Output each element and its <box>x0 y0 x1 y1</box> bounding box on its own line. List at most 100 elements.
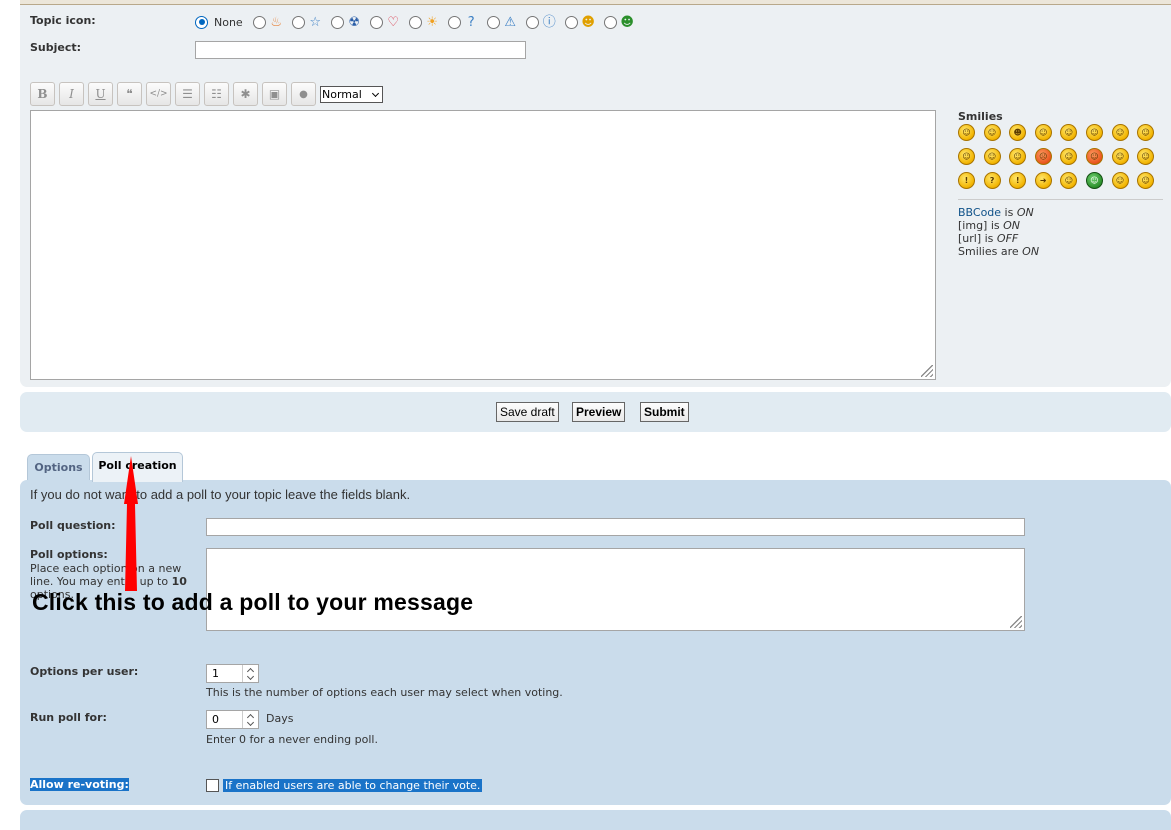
options-per-user-label: Options per user: <box>30 665 139 678</box>
smiley-icon[interactable]: ☺ <box>1137 124 1155 141</box>
poll-options-max: 10 <box>171 575 187 588</box>
topic-icon-radio[interactable] <box>525 15 539 29</box>
subject-input[interactable] <box>195 41 526 59</box>
poll-question-input[interactable] <box>206 518 1025 536</box>
resize-grip-icon[interactable] <box>921 365 933 377</box>
topic-icon-radio[interactable] <box>291 15 305 29</box>
list-button[interactable]: ☰ <box>175 82 200 106</box>
topic-icon-radio[interactable] <box>252 15 266 29</box>
allow-revoting-checkbox[interactable] <box>206 779 219 792</box>
topic-icon-options: None ♨ ☆ ☢ ♡ ☀ ? ⚠ ⓘ ☻ ☻ <box>195 13 643 31</box>
topic-icon-radio[interactable] <box>486 15 500 29</box>
topic-icon-radio[interactable] <box>603 15 617 29</box>
resize-grip-icon[interactable] <box>1010 616 1022 628</box>
smiley-icon[interactable]: ☺ <box>1137 172 1155 189</box>
bbcode-link[interactable]: BBCode <box>958 206 1001 219</box>
topic-icon-label: Topic icon: <box>30 14 96 27</box>
numbered-list-button[interactable]: ☷ <box>204 82 229 106</box>
font-size-select[interactable]: Normal <box>320 85 383 103</box>
smiley-icon[interactable]: ☺ <box>1060 148 1078 165</box>
spin-down-icon[interactable] <box>243 674 258 683</box>
run-poll-for-explain: Enter 0 for a never ending poll. <box>206 733 378 746</box>
code-button[interactable]: </> <box>146 82 171 106</box>
smiley-icon[interactable]: ☺ <box>1085 172 1103 189</box>
topic-icon-radio[interactable] <box>564 15 578 29</box>
bbcode-status-text: is <box>1001 206 1017 219</box>
image-button[interactable]: ▣ <box>262 82 287 106</box>
topic-icon-radio[interactable] <box>447 15 461 29</box>
smiley-icon[interactable]: ☺ <box>1111 124 1129 141</box>
italic-button[interactable]: I <box>59 82 84 106</box>
smiley-icon[interactable]: ☹ <box>1034 148 1052 165</box>
star-icon: ☆ <box>309 14 322 30</box>
url-status-label: [url] is <box>958 232 997 245</box>
smiley-icon[interactable]: ☺ <box>958 148 975 165</box>
options-per-user-value: 1 <box>212 667 219 680</box>
poll-options-help-text: Place each option on a new line. You may… <box>30 562 182 588</box>
smilies-grid: ☺ ☺ ☻ ☺ ☺ ☺ ☺ ☺ ☺ ☺ ☺ ☹ ☺ ☺ ☺ ☺ ! ? ! ➜ … <box>958 124 1163 189</box>
smiley-icon[interactable]: ! <box>958 172 975 189</box>
bbcode-status: BBCode is ON [img] is ON [url] is OFF Sm… <box>958 206 1039 258</box>
smilies-divider <box>958 199 1163 200</box>
message-textarea[interactable] <box>30 110 936 380</box>
spinner-buttons[interactable] <box>242 665 258 682</box>
surprised-face-icon: ☻ <box>581 14 595 30</box>
topic-icon-radio[interactable] <box>408 15 422 29</box>
poll-options-label: Poll options: <box>30 548 108 561</box>
smiley-icon[interactable]: ☺ <box>1111 148 1129 165</box>
smiley-icon[interactable]: ? <box>983 172 1001 189</box>
preview-button[interactable]: Preview <box>572 402 626 422</box>
tab-options[interactable]: Options <box>27 454 90 480</box>
smiley-icon[interactable]: ☺ <box>1034 124 1052 141</box>
run-poll-for-input[interactable]: 0 <box>206 710 259 729</box>
list-item-button[interactable]: ✱ <box>233 82 258 106</box>
annotation-arrow <box>124 456 138 591</box>
smiley-icon[interactable]: ➜ <box>1034 172 1052 189</box>
annotation-text: Click this to add a poll to your message <box>32 589 474 615</box>
annotation-arrow-shape <box>124 456 138 591</box>
run-poll-for-unit: Days <box>266 712 294 725</box>
run-poll-for-value: 0 <box>212 713 219 726</box>
quote-button[interactable]: ❝ <box>117 82 142 106</box>
topic-icon-none-radio[interactable] <box>195 15 208 29</box>
topic-icon-radio[interactable] <box>369 15 383 29</box>
bbcode-state: ON <box>1016 206 1034 219</box>
smiley-icon[interactable]: ☺ <box>1111 172 1129 189</box>
heart-icon: ♡ <box>387 14 400 30</box>
poll-question-label: Poll question: <box>30 519 116 532</box>
smiley-icon[interactable]: ☺ <box>1085 148 1103 165</box>
bold-button[interactable]: B <box>30 82 55 106</box>
smiley-icon[interactable]: ☺ <box>958 124 975 141</box>
spinner-buttons[interactable] <box>242 711 258 728</box>
warning-icon: ⚠ <box>504 14 517 30</box>
fire-icon: ♨ <box>270 14 283 30</box>
options-panel-bottom <box>20 810 1171 830</box>
smiley-icon[interactable]: ☺ <box>1060 172 1078 189</box>
img-state: ON <box>1003 219 1021 232</box>
color-button[interactable]: ● <box>291 82 316 106</box>
smiley-icon[interactable]: ☺ <box>983 124 1001 141</box>
underline-button[interactable]: U <box>88 82 113 106</box>
star-glow-icon: ☀ <box>426 14 439 30</box>
topic-icon-radio[interactable] <box>330 15 344 29</box>
smiley-icon[interactable]: ☺ <box>983 148 1001 165</box>
smiley-icon[interactable]: ! <box>1009 172 1027 189</box>
smiley-icon[interactable]: ☺ <box>1137 148 1155 165</box>
url-state: OFF <box>996 232 1019 245</box>
smiley-icon[interactable]: ☺ <box>1085 124 1103 141</box>
info-icon: ⓘ <box>542 14 556 30</box>
smiley-icon[interactable]: ☻ <box>1009 124 1027 141</box>
submit-button[interactable]: Submit <box>640 402 689 422</box>
smiley-icon[interactable]: ☺ <box>1009 148 1027 165</box>
subject-label: Subject: <box>30 41 82 54</box>
save-draft-button[interactable]: Save draft <box>496 402 559 422</box>
smilies-status-label: Smilies are <box>958 245 1023 258</box>
grin-face-icon: ☻ <box>620 14 634 30</box>
allow-revoting-label: Allow re-voting: <box>30 778 129 791</box>
img-status-label: [img] is <box>958 219 1004 232</box>
spin-down-icon[interactable] <box>243 720 258 729</box>
options-per-user-explain: This is the number of options each user … <box>206 686 563 699</box>
options-per-user-input[interactable]: 1 <box>206 664 259 683</box>
poll-intro-text: If you do not want to add a poll to your… <box>30 487 411 502</box>
smiley-icon[interactable]: ☺ <box>1060 124 1078 141</box>
